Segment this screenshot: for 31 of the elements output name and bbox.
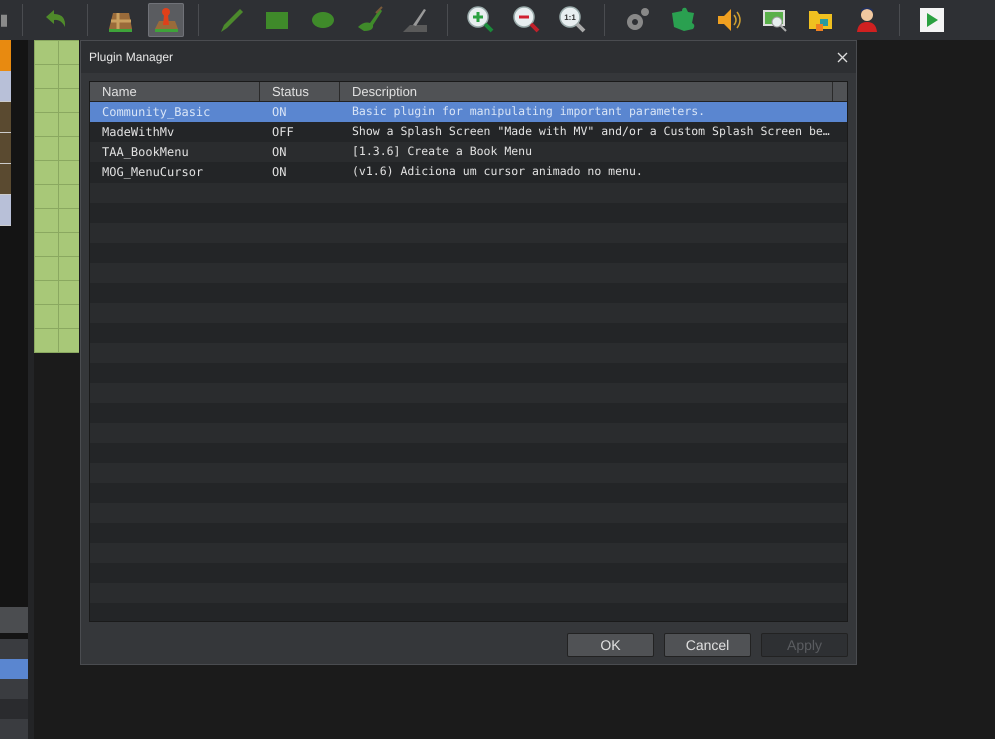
- panel-bar: [0, 607, 28, 633]
- table-cell-text: [1.3.6] Create a Book Menu: [351, 143, 532, 160]
- table-cell-text: Community_Basic: [101, 104, 212, 121]
- column-header[interactable]: Name: [90, 82, 260, 101]
- column-header[interactable]: Description: [340, 82, 833, 101]
- tile-thumbnail: [0, 71, 11, 102]
- table-cell-text: Basic plugin for manipulating important parameters.: [351, 103, 706, 120]
- dialog-title: Plugin Manager: [89, 49, 174, 66]
- table-cell-text: MadeWithMv: [101, 124, 176, 141]
- tile-thumbnail: [0, 133, 11, 164]
- column-header[interactable]: Status: [260, 82, 340, 101]
- tile-thumbnail: [0, 40, 11, 71]
- table-cell-text: (v1.6) Adiciona um cursor animado no menu.: [351, 163, 643, 180]
- zoom-out-icon: [511, 5, 541, 35]
- plugin-row[interactable]: MOG_MenuCursor ON (v1.6) Adiciona um cursor animado no menu.: [90, 162, 847, 182]
- table-cell-text: MOG_MenuCursor: [101, 164, 204, 181]
- table-cell-text: OFF: [271, 124, 295, 141]
- tile-thumbnail: [0, 164, 11, 195]
- dialog-button[interactable]: Cancel: [664, 633, 751, 657]
- play-icon: [917, 5, 947, 35]
- table-cell-text: Show a Splash Screen "Made with MV" and/or a Custom Splash Screen be…: [351, 123, 830, 140]
- tile-thumbnail: [0, 102, 11, 133]
- table-cell-text: ON: [271, 144, 288, 161]
- table-cell-text: ON: [271, 104, 288, 121]
- close-icon[interactable]: [837, 52, 848, 62]
- zoom-in-icon: [465, 5, 495, 35]
- table-cell-text: TAA_BookMenu: [101, 144, 190, 161]
- plugin-row[interactable]: TAA_BookMenu ON [1.3.6] Create a Book Menu: [90, 142, 847, 162]
- tile-thumbnail: [0, 195, 11, 226]
- table-cell-text: ON: [271, 164, 288, 181]
- dialog-button[interactable]: OK: [567, 633, 654, 657]
